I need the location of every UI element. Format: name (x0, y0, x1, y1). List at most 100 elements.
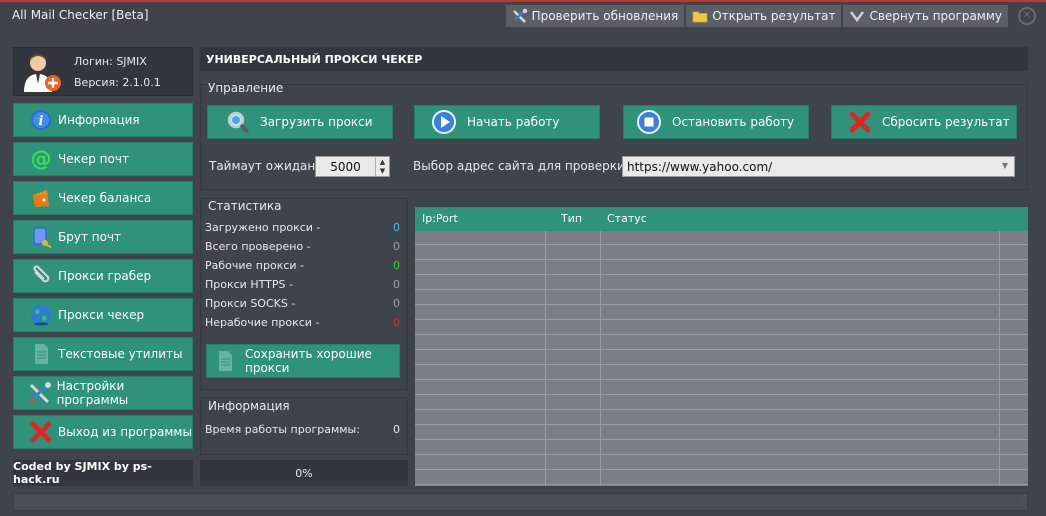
stat-value: 0 (393, 278, 400, 291)
stepper-arrows[interactable]: ▲ ▼ (375, 157, 389, 176)
sidebar-item-info[interactable]: i Информация (13, 103, 193, 137)
title-bar: All Mail Checker [Beta] Проверить обновл… (0, 2, 1046, 32)
column-header-status[interactable]: Статус (607, 212, 647, 225)
reset-result-label: Сбросить результат (882, 115, 1010, 129)
stat-value: 0 (393, 240, 400, 253)
wallet-icon (28, 185, 54, 211)
stop-work-button[interactable]: Остановить работу (623, 105, 809, 139)
table-row (415, 366, 1028, 380)
red-x-icon (28, 419, 54, 445)
column-header-ip-port[interactable]: Ip:Port (422, 212, 458, 225)
open-result-button[interactable]: Открыть результат (686, 5, 842, 27)
table-row (415, 351, 1028, 365)
chevron-down-icon (850, 11, 865, 23)
stat-row-non-working: Нерабочие прокси - 0 (205, 316, 400, 329)
uptime-row: Время работы программы: 0 (205, 423, 400, 436)
table-row (415, 306, 1028, 320)
table-row (415, 246, 1028, 260)
minimize-program-button[interactable]: Свернуть программу (843, 5, 1008, 27)
sidebar-item-mail-checker[interactable]: @ Чекер почт (13, 142, 193, 176)
sidebar-item-text-utilities[interactable]: Текстовые утилиты (13, 337, 193, 371)
document-icon (28, 341, 54, 367)
statistics-title: Статистика (208, 199, 282, 213)
sidebar-item-proxy-grabber[interactable]: Прокси грабер (13, 259, 193, 293)
sidebar-item-label: Настройки программы (56, 379, 129, 407)
table-row (415, 411, 1028, 425)
progress-label: 0% (295, 466, 313, 480)
table-row (415, 291, 1028, 305)
timeout-stepper[interactable]: 5000 ▲ ▼ (315, 156, 390, 177)
table-row (415, 336, 1028, 350)
check-updates-label: Проверить обновления (531, 9, 679, 23)
chevron-up-icon[interactable]: ▲ (376, 157, 389, 167)
reset-result-button[interactable]: Сбросить результат (831, 105, 1017, 139)
table-row (415, 231, 1028, 245)
tools-icon (28, 380, 53, 406)
stat-row-total-checked: Всего проверено - 0 (205, 240, 400, 253)
control-group-title: Управление (208, 81, 284, 95)
sidebar-item-label: Текстовые утилиты (58, 347, 183, 361)
sidebar-item-brute-mail[interactable]: Брут почт (13, 220, 193, 254)
close-icon: ✕ (1022, 10, 1032, 21)
sidebar-item-balance-checker[interactable]: Чекер баланса (13, 181, 193, 215)
sidebar-item-label: Брут почт (58, 230, 122, 244)
stat-value: 0 (393, 259, 400, 272)
sidebar-item-exit[interactable]: Выход из программы (13, 415, 193, 449)
column-divider (999, 231, 1000, 486)
sidebar-item-label: Прокси чекер (58, 308, 145, 322)
magnifier-icon (226, 110, 250, 134)
load-proxy-label: Загрузить прокси (260, 115, 373, 129)
check-site-value: https://www.yahoo.com/ (627, 159, 773, 174)
page-title: УНИВЕРСАЛЬНЫЙ ПРОКСИ ЧЕКЕР (200, 47, 1028, 71)
info-title: Информация (208, 399, 290, 413)
table-row (415, 441, 1028, 455)
table-row (415, 321, 1028, 335)
save-good-proxies-button[interactable]: Сохранить хорошие прокси (206, 344, 400, 378)
table-row (415, 426, 1028, 440)
table-row (415, 456, 1028, 470)
chevron-down-icon: ▼ (1001, 161, 1008, 170)
resize-grip-icon[interactable]: ⁘ (1020, 499, 1027, 507)
info-icon: i (28, 107, 54, 133)
credits-label: Coded by SJMIX by ps-hack.ru (13, 460, 193, 486)
avatar (24, 54, 61, 92)
stat-row-https: Прокси HTTPS - 0 (205, 278, 400, 291)
folder-icon (692, 11, 708, 23)
stat-label: Рабочие прокси - (205, 259, 305, 272)
at-icon: @ (28, 146, 54, 172)
proxy-table[interactable]: Ip:Port Тип Статус (415, 207, 1028, 486)
stop-icon (636, 109, 662, 135)
check-site-select[interactable]: https://www.yahoo.com/ ▼ (622, 156, 1015, 177)
table-row (415, 471, 1028, 485)
window-title: All Mail Checker [Beta] (12, 8, 149, 22)
sidebar-item-label: Прокси грабер (58, 269, 152, 283)
table-header: Ip:Port Тип Статус (415, 207, 1028, 231)
stat-label: Прокси HTTPS - (205, 278, 293, 291)
stat-value: 0 (393, 316, 400, 329)
stat-row-loaded: Загружено прокси - 0 (205, 221, 400, 234)
sidebar-item-proxy-checker[interactable]: Прокси чекер (13, 298, 193, 332)
paperclip-icon (28, 263, 54, 289)
status-strip (13, 493, 1028, 511)
timeout-value: 5000 (330, 159, 361, 174)
stat-value: 0 (393, 221, 400, 234)
load-proxy-button[interactable]: Загрузить прокси (207, 105, 393, 139)
table-row (415, 276, 1028, 290)
tools-icon (512, 8, 527, 23)
table-row (415, 381, 1028, 395)
column-divider (545, 231, 546, 486)
stat-row-working: Рабочие прокси - 0 (205, 259, 400, 272)
sidebar-item-program-settings[interactable]: Настройки программы (13, 376, 193, 410)
svg-text:@: @ (31, 147, 52, 171)
red-x-icon (848, 110, 872, 134)
user-profile-card: Логин: SJMIX Версия: 2.1.0.1 (13, 47, 193, 96)
check-updates-button[interactable]: Проверить обновления (505, 5, 685, 27)
column-header-type[interactable]: Тип (561, 212, 582, 225)
start-work-button[interactable]: Начать работу (414, 105, 600, 139)
open-result-label: Открыть результат (712, 9, 836, 23)
chevron-down-icon[interactable]: ▼ (376, 167, 389, 177)
table-row (415, 261, 1028, 275)
svg-text:i: i (39, 114, 44, 129)
stat-label: Всего проверено - (205, 240, 311, 253)
close-window-button[interactable]: ✕ (1018, 7, 1036, 25)
